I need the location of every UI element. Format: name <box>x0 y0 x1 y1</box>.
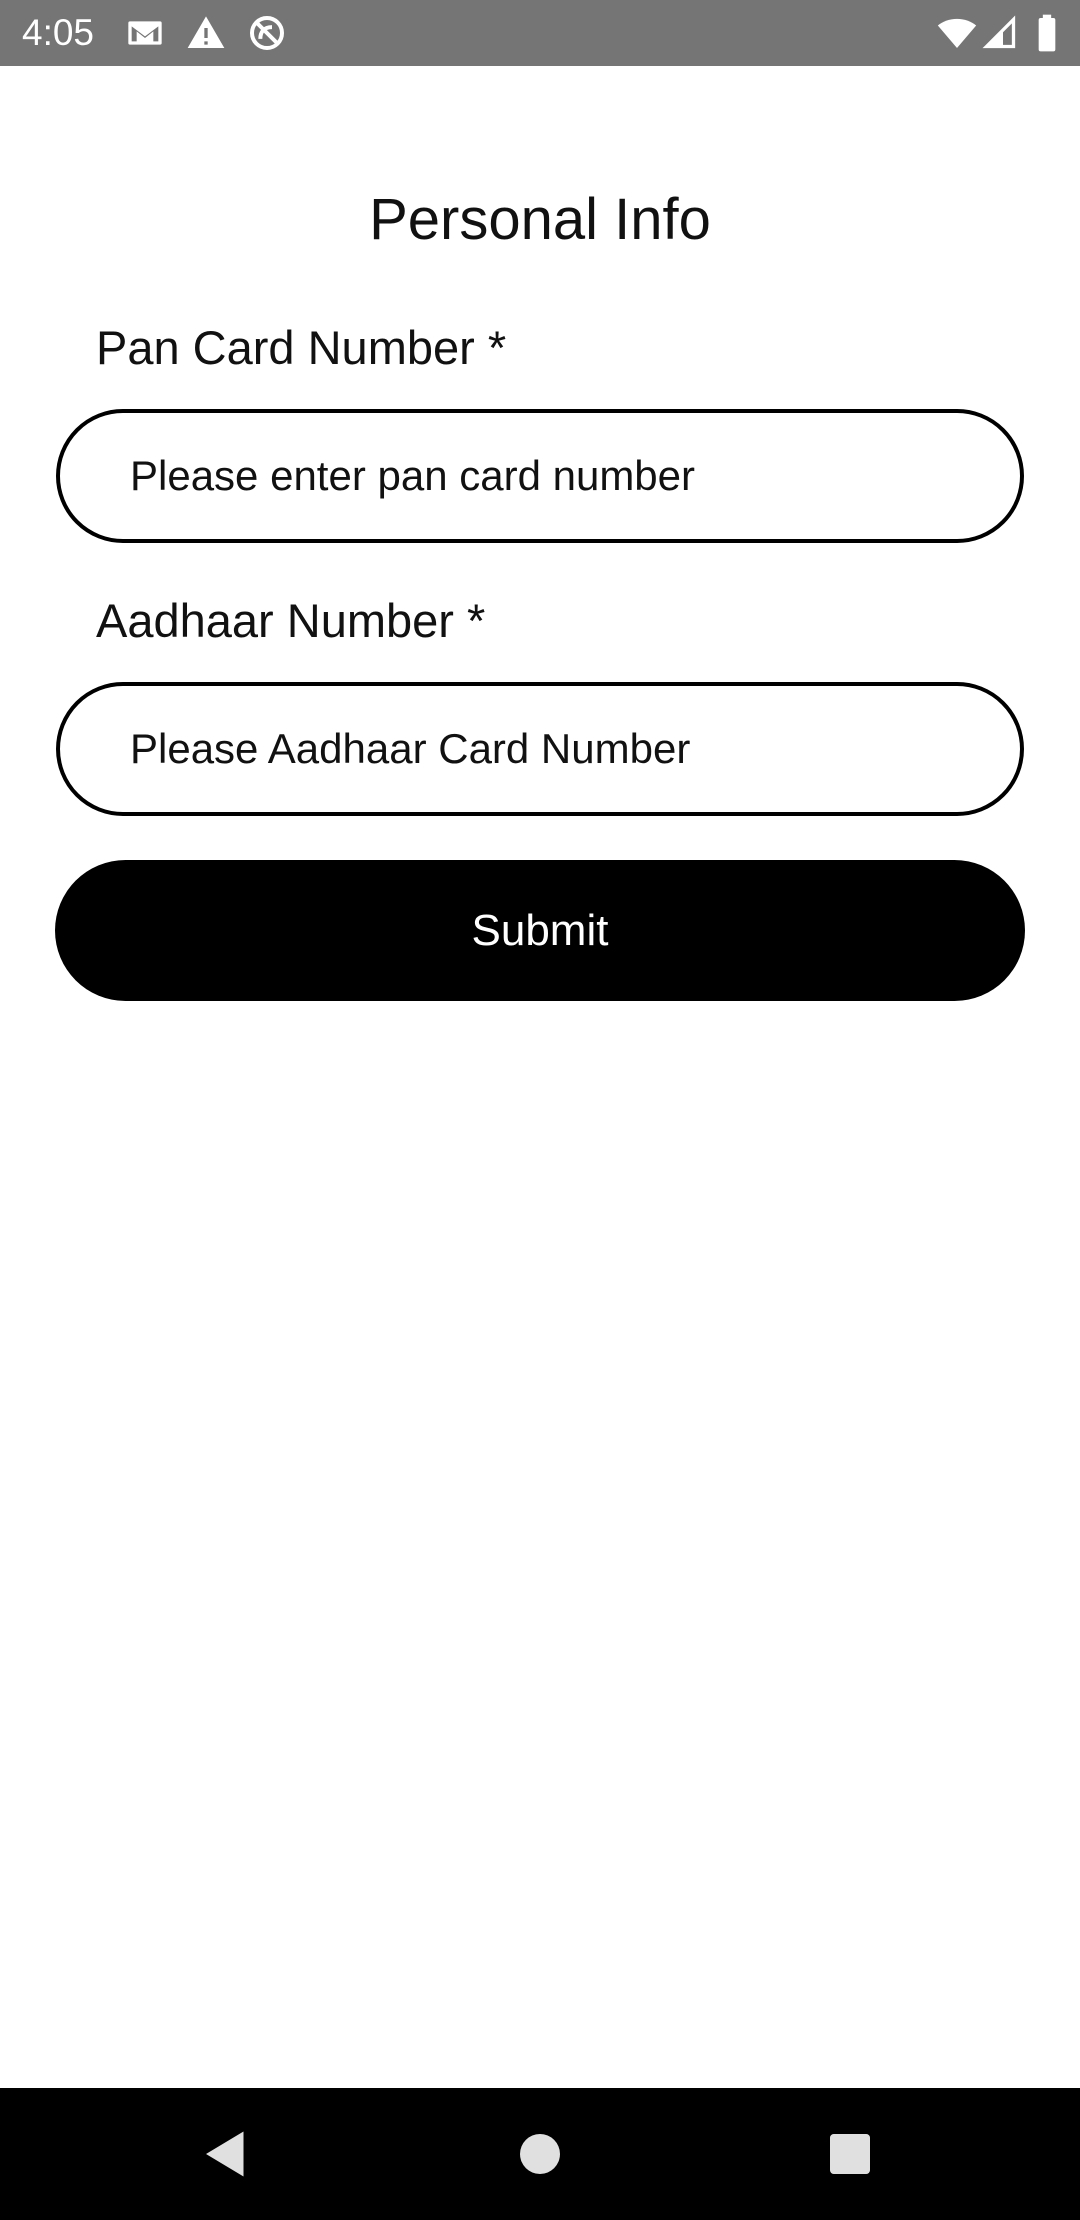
screen: 4:05 Personal Info Pan Card Number * Aad… <box>0 0 1080 2220</box>
home-icon[interactable] <box>510 2124 570 2184</box>
page-title: Personal Info <box>369 187 711 252</box>
aadhaar-input[interactable] <box>56 682 1024 816</box>
status-time: 4:05 <box>22 12 95 53</box>
pan-card-label: Pan Card Number * <box>96 321 507 374</box>
submit-button[interactable]: Submit <box>55 860 1025 1001</box>
pan-card-input[interactable] <box>56 409 1024 543</box>
aadhaar-label: Aadhaar Number * <box>96 594 486 647</box>
gmail-icon <box>125 13 165 53</box>
status-bar: 4:05 <box>0 0 1080 66</box>
no-sync-icon <box>247 13 287 53</box>
navigation-bar <box>0 2088 1080 2220</box>
wifi-icon <box>934 13 980 53</box>
cell-signal-icon <box>982 13 1018 53</box>
back-icon[interactable] <box>196 2124 256 2184</box>
recents-icon[interactable] <box>820 2124 880 2184</box>
battery-icon <box>1034 13 1060 53</box>
warning-icon <box>186 13 226 53</box>
